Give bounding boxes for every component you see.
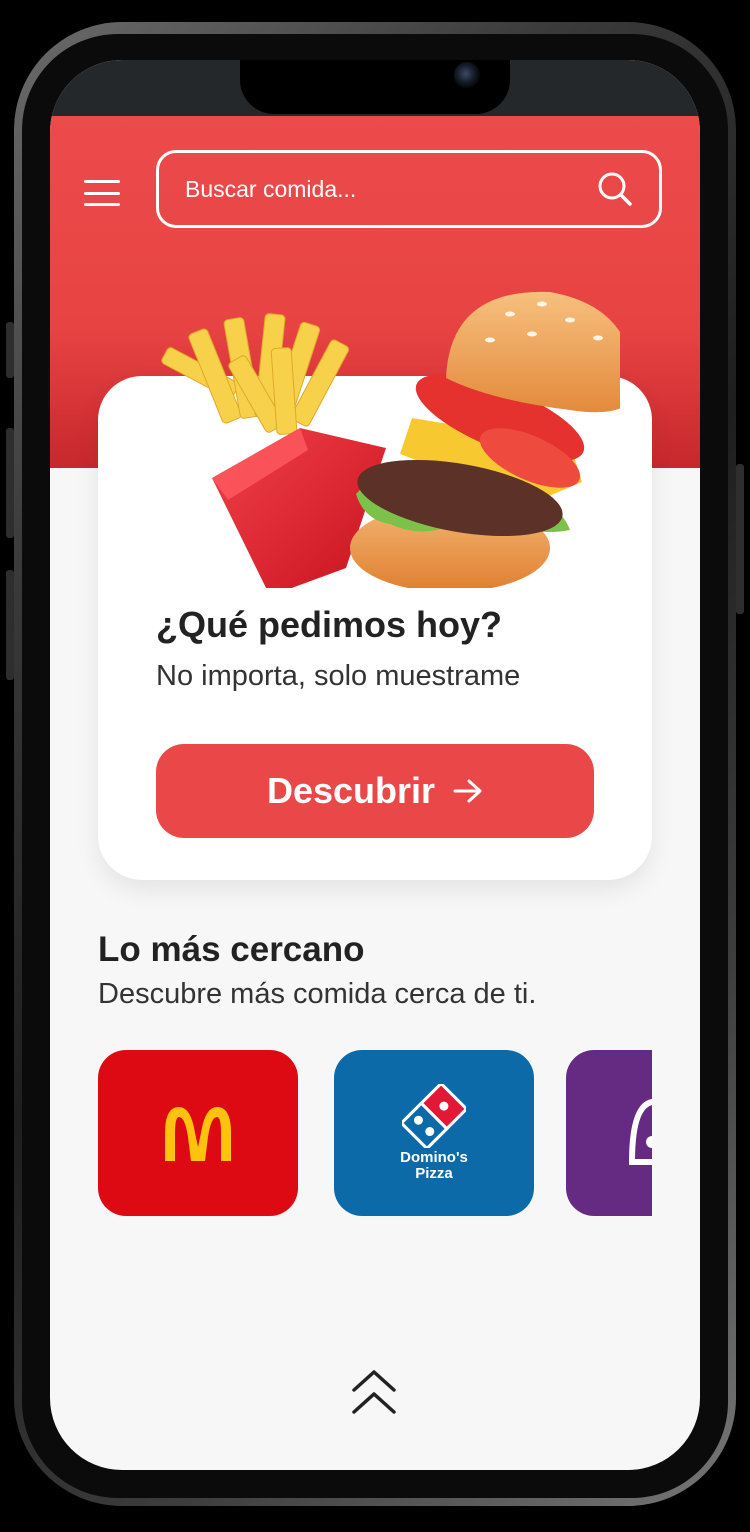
phone-side-button	[6, 428, 14, 538]
search-input[interactable]: Buscar comida...	[156, 150, 662, 228]
notch	[240, 60, 510, 114]
camera-icon	[454, 62, 480, 88]
card-title: ¿Qué pedimos hoy?	[156, 604, 503, 645]
menu-icon-line	[84, 203, 120, 206]
phone-side-button	[736, 464, 744, 614]
arrow-right-icon	[453, 779, 482, 803]
menu-icon-line	[84, 191, 120, 195]
dominos-logo-line1: Domino's	[400, 1149, 468, 1166]
dominos-logo-text: Domino's Pizza	[400, 1150, 468, 1182]
nearby-subtitle: Descubre más comida cerca de ti.	[98, 978, 537, 1010]
dominos-logo-line2: Pizza	[415, 1165, 453, 1182]
discover-button-label: Descubrir	[266, 770, 436, 811]
nearby-title: Lo más cercano	[98, 930, 365, 969]
phone-side-button	[6, 322, 14, 378]
app-screen: Buscar comida... ¿Qué pedimos hoy? No im…	[50, 60, 700, 1470]
search-placeholder: Buscar comida...	[185, 175, 357, 202]
mcdonalds-logo	[165, 1107, 231, 1161]
taco-bell-logo	[628, 1098, 652, 1165]
menu-button[interactable]	[84, 180, 120, 206]
card-subtitle: No importa, solo muestrame	[156, 660, 521, 692]
dominos-logo	[402, 1084, 466, 1148]
restaurant-card-tacobell[interactable]	[566, 1050, 652, 1216]
restaurant-card-dominos[interactable]: Domino's Pizza	[334, 1050, 534, 1216]
menu-icon	[84, 180, 120, 183]
burger-fries-illustration	[161, 291, 620, 588]
restaurant-card-mcdonalds[interactable]	[98, 1050, 298, 1216]
restaurant-carousel[interactable]: Domino's Pizza	[98, 1050, 652, 1218]
phone-side-button	[6, 570, 14, 680]
double-chevron-up-icon[interactable]	[350, 1364, 398, 1418]
discover-button[interactable]: Descubrir	[156, 744, 594, 838]
search-icon[interactable]	[597, 171, 633, 207]
